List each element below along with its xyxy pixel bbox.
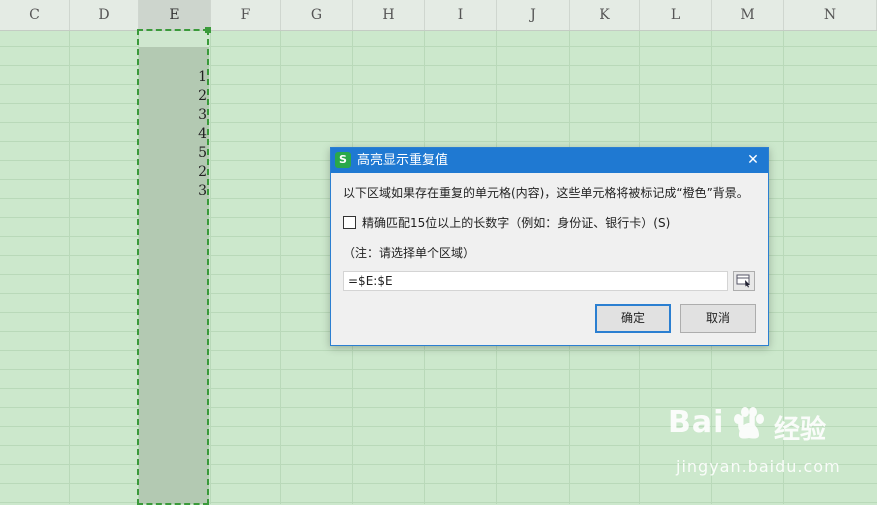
row-gridline bbox=[0, 122, 877, 123]
column-header-e[interactable]: E bbox=[139, 0, 211, 30]
column-gridline bbox=[280, 31, 281, 504]
dialog-titlebar[interactable]: S 高亮显示重复值 ✕ bbox=[331, 148, 768, 173]
wps-app-icon: S bbox=[335, 152, 351, 168]
jingyan-text: 经验 bbox=[774, 415, 827, 445]
long-number-checkbox[interactable] bbox=[343, 216, 356, 229]
row-gridline bbox=[0, 103, 877, 104]
column-header-l[interactable]: L bbox=[640, 0, 712, 30]
row-gridline bbox=[0, 65, 877, 66]
baidu-jingyan-watermark: Bai u 经验 jingyan.baidu.com bbox=[668, 405, 868, 495]
column-header-c[interactable]: C bbox=[0, 0, 70, 30]
column-header-bar: CDEFGHIJKLMN bbox=[0, 0, 877, 31]
range-select-icon[interactable] bbox=[733, 271, 755, 291]
long-number-checkbox-label[interactable]: 精确匹配15位以上的长数字（例如：身份证、银行卡）(S) bbox=[362, 214, 670, 231]
column-header-j[interactable]: J bbox=[497, 0, 570, 30]
baidu-paw-icon bbox=[734, 407, 764, 439]
row-gridline bbox=[0, 46, 877, 47]
dialog-title: 高亮显示重复值 bbox=[357, 153, 449, 168]
column-header-d[interactable]: D bbox=[70, 0, 139, 30]
dialog-description: 以下区域如果存在重复的单元格(内容)，这些单元格将被标记成“橙色”背景。 bbox=[343, 186, 749, 200]
copy-marquee bbox=[137, 29, 209, 505]
cancel-button[interactable]: 取消 bbox=[680, 304, 756, 333]
range-input[interactable]: =$E:$E bbox=[343, 271, 728, 291]
dialog-note: （注：请选择单个区域） bbox=[343, 246, 476, 260]
row-gridline bbox=[0, 369, 877, 370]
row-gridline bbox=[0, 141, 877, 142]
ok-button[interactable]: 确定 bbox=[595, 304, 671, 333]
column-header-m[interactable]: M bbox=[712, 0, 784, 30]
highlight-duplicates-dialog: S 高亮显示重复值 ✕ 以下区域如果存在重复的单元格(内容)，这些单元格将被标记… bbox=[330, 147, 769, 346]
column-header-f[interactable]: F bbox=[211, 0, 281, 30]
column-header-h[interactable]: H bbox=[353, 0, 425, 30]
column-gridline bbox=[210, 31, 211, 504]
fill-handle[interactable] bbox=[205, 27, 211, 33]
column-header-g[interactable]: G bbox=[281, 0, 353, 30]
row-gridline bbox=[0, 502, 877, 503]
column-header-k[interactable]: K bbox=[570, 0, 640, 30]
column-header-i[interactable]: I bbox=[425, 0, 497, 30]
close-icon[interactable]: ✕ bbox=[744, 151, 762, 169]
column-gridline bbox=[69, 31, 70, 504]
column-header-n[interactable]: N bbox=[784, 0, 877, 30]
watermark-url: jingyan.baidu.com bbox=[676, 457, 841, 476]
row-gridline bbox=[0, 350, 877, 351]
row-gridline bbox=[0, 84, 877, 85]
row-gridline bbox=[0, 388, 877, 389]
